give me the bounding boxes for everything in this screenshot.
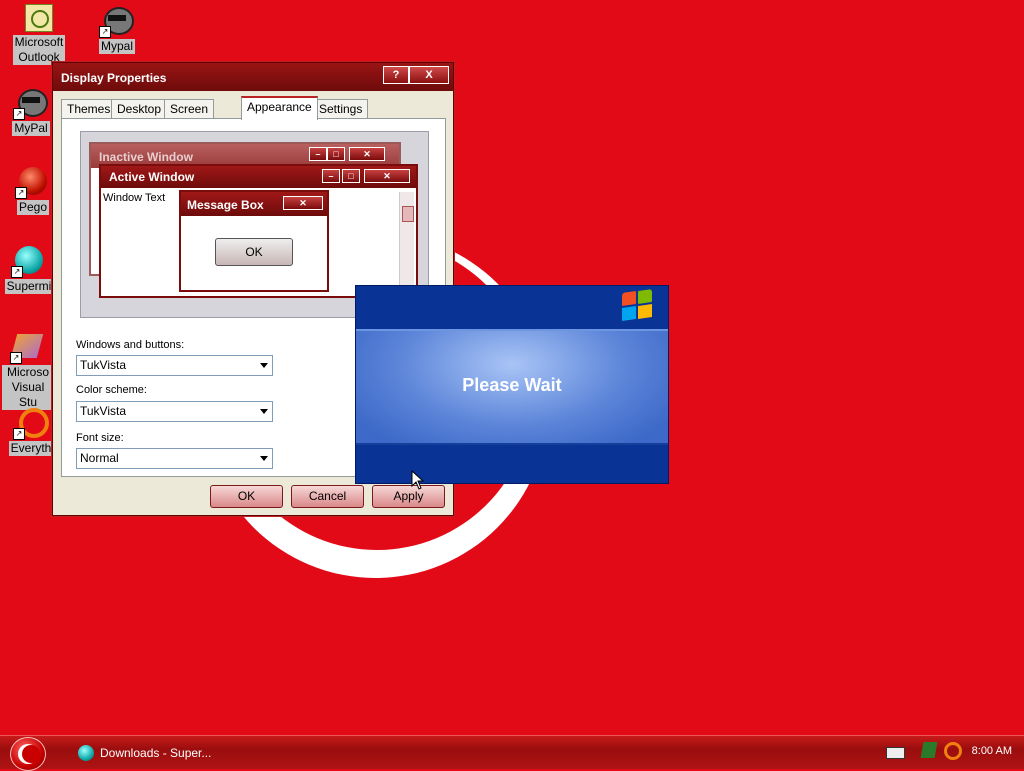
desktop-icon-label: MyPal <box>12 121 50 136</box>
shortcut-arrow-icon: ↗ <box>15 187 27 199</box>
desktop-icon-label: Mypal <box>98 39 135 54</box>
tab-themes[interactable]: Themes <box>61 99 117 118</box>
visual-studio-icon: ↗ <box>10 330 44 364</box>
clock[interactable]: 8:00 AM <box>972 745 1012 757</box>
red-ball-icon: ↗ <box>15 165 49 199</box>
tab-screen-saver[interactable]: Screen Saver <box>164 99 215 134</box>
shortcut-arrow-icon: ↗ <box>99 26 111 38</box>
windows-buttons-select[interactable]: TukVista <box>76 355 273 376</box>
ok-button[interactable]: OK <box>210 485 283 508</box>
please-wait-message: Please Wait <box>462 375 562 395</box>
chevron-down-icon <box>260 456 268 461</box>
teal-browser-icon: ↗ <box>11 244 45 278</box>
close-icon: ✕ <box>349 147 385 161</box>
apply-button[interactable]: Apply <box>372 485 445 508</box>
windows-buttons-value: TukVista <box>80 358 127 372</box>
chevron-down-icon <box>260 409 268 414</box>
dialog-titlebar[interactable]: Display Properties ? X <box>53 63 453 91</box>
color-scheme-value: TukVista <box>80 404 127 418</box>
maximize-icon: □ <box>327 147 345 161</box>
tab-appearance[interactable]: Appearance <box>241 96 318 120</box>
minimize-icon: – <box>322 169 340 183</box>
windows-buttons-label: Windows and buttons: <box>76 339 185 351</box>
tab-desktop[interactable]: Desktop <box>111 99 168 118</box>
keyboard-icon[interactable] <box>886 747 905 759</box>
preview-window-text: Window Text <box>103 192 166 204</box>
windows-logo-icon <box>622 289 654 322</box>
desktop-icon-outlook[interactable]: Microsoft Outlook <box>6 4 72 65</box>
font-size-select[interactable]: Normal <box>76 448 273 469</box>
close-icon: ✕ <box>364 169 410 183</box>
desktop-icon-label: Microsoft Outlook <box>12 35 66 65</box>
font-size-label: Font size: <box>76 432 124 444</box>
desktop-icon-supermium[interactable]: ↗ Supermi <box>4 244 54 294</box>
close-button[interactable]: X <box>409 66 449 84</box>
minimize-icon: – <box>309 147 327 161</box>
search-icon[interactable] <box>944 742 962 760</box>
help-button[interactable]: ? <box>383 66 409 84</box>
shortcut-arrow-icon: ↗ <box>13 428 25 440</box>
desktop-icon-pego[interactable]: ↗ Pego <box>8 165 58 215</box>
color-scheme-label: Color scheme: <box>76 384 147 396</box>
chevron-down-icon <box>260 363 268 368</box>
everything-search-icon: ↗ <box>13 406 49 440</box>
maximize-icon: □ <box>342 169 360 183</box>
desktop-icon-label: Everyth <box>8 441 54 456</box>
shortcut-arrow-icon: ↗ <box>11 266 23 278</box>
taskbar: Downloads - Super... 8:00 AM <box>0 735 1024 771</box>
preview-active-title: Active Window <box>109 170 195 184</box>
raccoon-icon: ↗ <box>99 4 134 38</box>
taskbar-item-label: Downloads - Super... <box>100 746 212 760</box>
desktop-icon-everything[interactable]: ↗ Everyth <box>6 406 56 456</box>
preview-msgbox-title: Message Box <box>187 198 264 212</box>
close-icon: ✕ <box>283 196 323 210</box>
desktop-icon-visual-studio[interactable]: ↗ Microso Visual Stu <box>2 330 54 410</box>
teal-browser-icon <box>78 745 94 761</box>
preview-ok-button: OK <box>215 238 293 266</box>
shortcut-arrow-icon: ↗ <box>10 352 22 364</box>
outlook-icon <box>25 4 53 32</box>
please-wait-overlay: Please Wait <box>355 285 669 484</box>
preview-active-titlebar: Active Window – □ ✕ <box>101 166 416 188</box>
raccoon-icon: ↗ <box>13 86 48 120</box>
tab-settings[interactable]: Settings <box>313 99 369 118</box>
mouse-cursor-icon <box>411 470 425 490</box>
color-scheme-select[interactable]: TukVista <box>76 401 273 422</box>
shortcut-arrow-icon: ↗ <box>13 108 25 120</box>
preview-inactive-title: Inactive Window <box>99 150 193 164</box>
taskbar-item-downloads[interactable]: Downloads - Super... <box>76 742 211 764</box>
preview-message-box: Message Box ✕ OK <box>179 190 329 292</box>
desktop-icon-label: Pego <box>16 200 50 215</box>
desktop-icon-label: Microso Visual Stu <box>2 365 54 410</box>
preview-msgbox-titlebar: Message Box ✕ <box>181 192 327 216</box>
network-icon[interactable] <box>920 742 938 758</box>
desktop-icon-label: Supermi <box>4 279 54 294</box>
start-button[interactable] <box>10 737 46 771</box>
cancel-button[interactable]: Cancel <box>291 485 364 508</box>
preview-scrollbar <box>399 192 414 290</box>
font-size-value: Normal <box>80 451 119 465</box>
dialog-title: Display Properties <box>61 71 167 85</box>
desktop-icon-mypal[interactable]: ↗ Mypal <box>84 4 150 54</box>
